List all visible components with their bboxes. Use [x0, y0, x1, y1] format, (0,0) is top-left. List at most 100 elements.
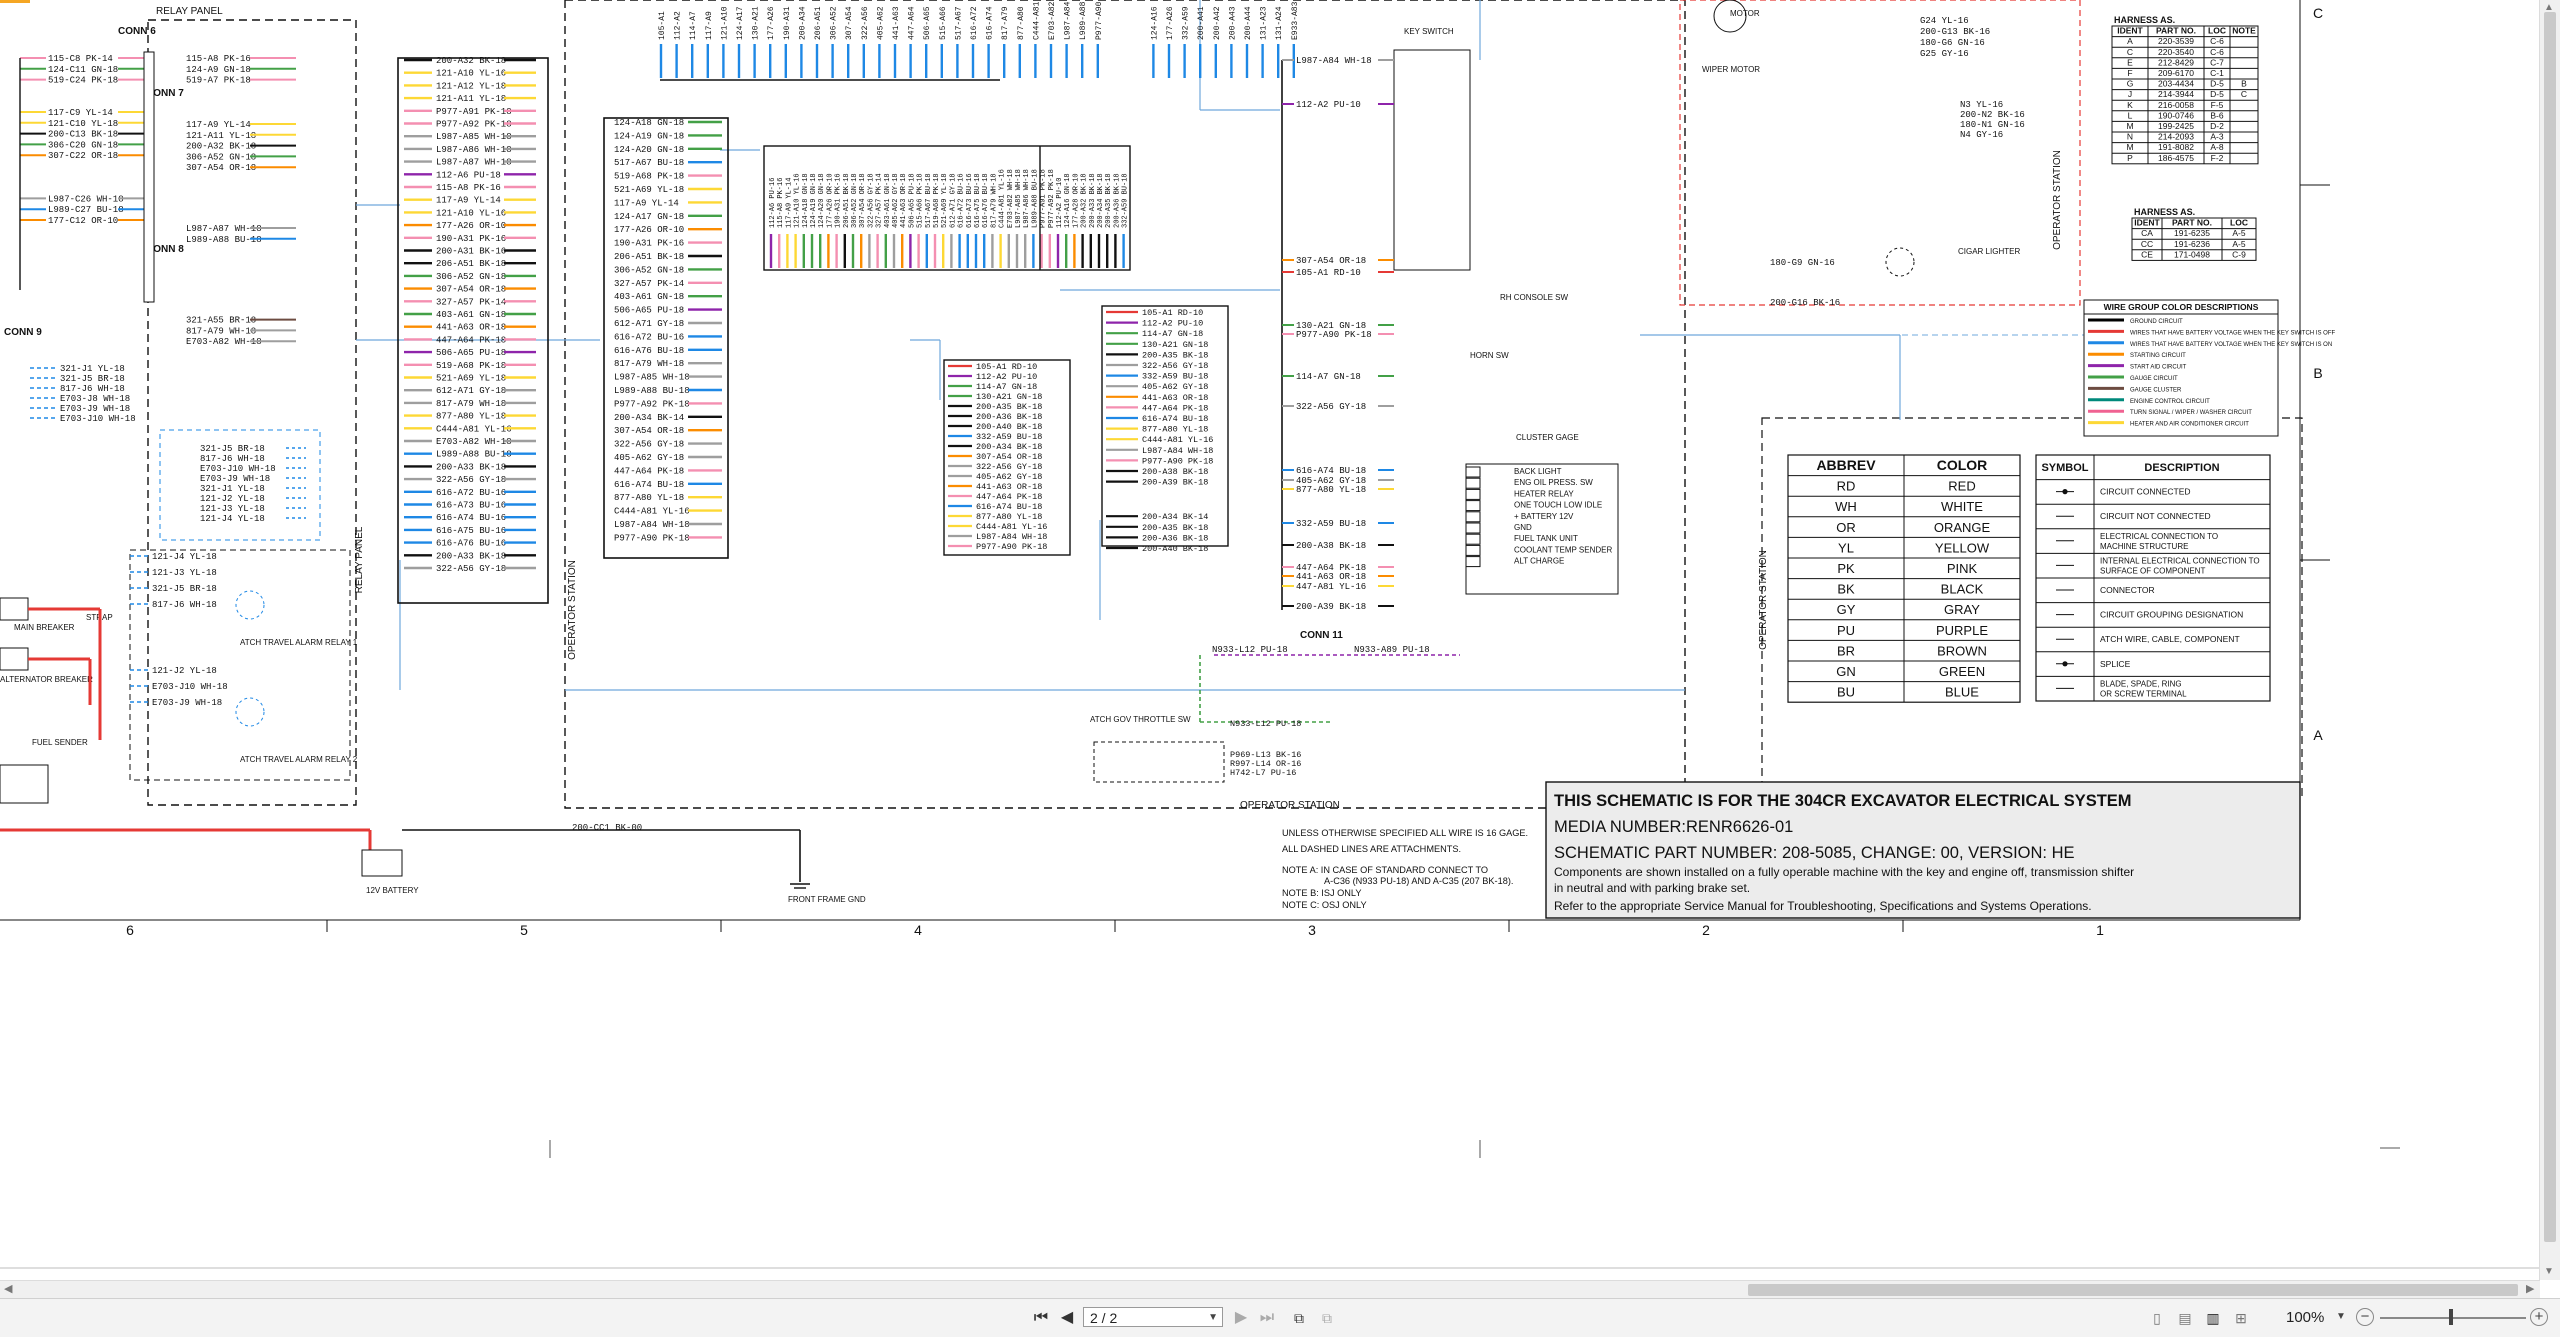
wire-label: 121-J2 YL-18	[200, 494, 265, 504]
wire-label: 817-J6 WH-18	[60, 384, 125, 394]
wire-label: 506-A65 PU-18	[436, 348, 506, 358]
wire-label: 306-A52 GN-18	[186, 152, 256, 162]
wire-label: 817-J6 WH-18	[200, 454, 265, 464]
horizontal-scroll-thumb[interactable]	[1748, 1284, 2518, 1296]
wire-label: E933-A83	[1291, 1, 1300, 40]
zoom-slider-thumb[interactable]	[2449, 1309, 2453, 1325]
harness-table-cell: 190-0746	[2158, 110, 2194, 120]
wire-label: 616-A72 BU-16	[436, 488, 506, 498]
wire-label: P977-A90 PK-18	[976, 542, 1047, 552]
harness-table-cell: C-6	[2210, 36, 2224, 46]
wire-label: 447-A64 PK-18	[976, 492, 1042, 502]
wire-label: 180-G6 GN-16	[1920, 38, 1985, 48]
cluster-pin	[1465, 556, 1481, 568]
vertical-scrollbar[interactable]: ▲ ▼	[2539, 0, 2560, 1280]
page-number-field[interactable]: 2 / 2 ▼	[1083, 1307, 1223, 1327]
wire-label: 112-A2	[674, 11, 683, 40]
paste-view-icon[interactable]: ⧉	[1316, 1307, 1338, 1329]
wire-label: E703-A82	[1048, 1, 1057, 40]
harness-table-cell: C-6	[2210, 47, 2224, 57]
cluster-pin	[1465, 533, 1481, 545]
wire-label: 200-A36 BK-18	[1113, 173, 1121, 228]
harness-table-cell: D-5	[2210, 89, 2224, 99]
wire-label: 121-C10 YL-18	[48, 119, 118, 129]
wire-label: 403-A61 GN-18	[436, 310, 506, 320]
wire-label: 180-G9 GN-16	[1770, 258, 1835, 268]
zoom-dropdown-icon[interactable]: ▼	[2336, 1311, 2346, 1322]
key-switch-label: KEY SWITCH	[1404, 27, 1454, 36]
main-breaker-label: MAIN BREAKER	[14, 623, 75, 632]
wire-label: 616-A73 BU-16	[966, 173, 974, 228]
zoom-slider-track[interactable]	[2380, 1317, 2526, 1319]
title-line-2: MEDIA NUMBER:RENR6626-01	[1554, 818, 1793, 836]
harness-table-cell: M	[2126, 142, 2133, 152]
scroll-left-icon[interactable]: ◀	[4, 1282, 12, 1295]
alternator-breaker-label: ALTERNATOR BREAKER	[0, 675, 93, 684]
horizontal-scrollbar[interactable]: ◀ ▶	[0, 1280, 2540, 1299]
scroll-right-icon[interactable]: ▶	[2526, 1282, 2534, 1295]
wire-label: 877-A80 YL-18	[976, 512, 1042, 522]
chevron-down-icon[interactable]: ▼	[1208, 1308, 1218, 1328]
wire-label: 612-A71 GY-18	[949, 173, 957, 228]
last-page-icon[interactable]: ⏭	[1256, 1307, 1278, 1329]
harness-table-cell: 214-2093	[2158, 132, 2194, 142]
wire-label: C444-A81 YL-16	[614, 507, 690, 517]
continuous-icon[interactable]: ▤	[2176, 1309, 2194, 1327]
wire-label: 112-A6 PU-18	[436, 170, 501, 180]
wire-label: 321-A55 BR-18	[186, 316, 256, 326]
zoom-in-icon[interactable]: +	[2530, 1308, 2548, 1326]
throttle-box	[1093, 741, 1225, 783]
single-page-icon[interactable]: ▯	[2148, 1309, 2166, 1327]
wire-label: 190-A31 PK-16	[614, 239, 684, 249]
harness-table-cell: G	[2127, 79, 2134, 89]
wire-label: L987-A86 WH-18	[436, 145, 512, 155]
zoom-out-icon[interactable]: −	[2356, 1308, 2374, 1326]
scroll-down-icon[interactable]: ▼	[2544, 1266, 2554, 1277]
wire-label: 124-A20 GN-18	[614, 145, 684, 155]
relay-coil-icon	[235, 590, 265, 620]
color-table-header: ABBREV	[1816, 457, 1876, 473]
zoom-level[interactable]: 100%	[2286, 1309, 2324, 1326]
next-page-icon[interactable]: ▶	[1230, 1307, 1252, 1329]
main-breaker-icon	[0, 597, 29, 621]
facing-pages-icon[interactable]: ▥	[2204, 1309, 2222, 1327]
wire-label: 114-A7	[689, 11, 698, 40]
vertical-scroll-thumb[interactable]	[2544, 12, 2556, 1242]
wire-label: 405-A62 GY-18	[1142, 382, 1208, 392]
cluster-pin	[1465, 500, 1481, 512]
wire-group-title: WIRE GROUP COLOR DESCRIPTIONS	[2104, 302, 2259, 312]
split-view-icon[interactable]: ⊞	[2232, 1309, 2250, 1327]
color-table-cell: RD	[1837, 479, 1856, 494]
wire-label: 322-A56 GY-18	[436, 475, 506, 485]
wire-label: L989-A88 BU-18	[1031, 169, 1039, 228]
wire-label: 307-A54 OR-18	[186, 163, 256, 173]
wire-label: L989-A88 BU-18	[614, 386, 690, 396]
wire-label: 121-A10 YL-16	[436, 69, 506, 79]
symbol-desc: INTERNAL ELECTRICAL CONNECTION TO	[2100, 556, 2260, 565]
wire-label: P977-A92 PK-18	[436, 120, 512, 130]
harness-table-2-cell: A-5	[2232, 239, 2246, 249]
first-page-icon[interactable]: ⏮	[1030, 1307, 1052, 1329]
copy-view-icon[interactable]: ⧉	[1288, 1307, 1310, 1329]
wire-label: 114-A7 GN-18	[1142, 329, 1203, 339]
wire-label: 877-A80 YL-18	[1142, 425, 1208, 435]
note-text: ALL DASHED LINES ARE ATTACHMENTS.	[1282, 844, 1461, 854]
document-canvas[interactable]: 6 5 4 3 2 1 C B A RELAY PANEL RELAY PANEL OPERATOR …	[0, 0, 2540, 1280]
prev-page-icon[interactable]: ◀	[1056, 1307, 1078, 1329]
wire-label: E703-A82 WH-18	[1007, 169, 1015, 228]
wire-label: 517-A67 BU-18	[925, 173, 933, 228]
grid-number: 2	[1702, 922, 1710, 938]
wire-group-label: GAUGE CLUSTER	[2130, 387, 2182, 393]
wire-label: P977-A92 PK-18	[1048, 169, 1056, 228]
wire-label: 190-A31 PK-16	[835, 173, 843, 228]
wire-label: 200-A40 BK-18	[976, 422, 1042, 432]
wire-label: L987-A86 WH-18	[1023, 169, 1031, 228]
wire-label: 327-A57 PK-14	[614, 279, 684, 289]
wire-label: 121-J3 YL-18	[200, 504, 265, 514]
grid-number: 1	[2096, 922, 2104, 938]
color-table-cell: WH	[1835, 499, 1857, 514]
wire-label: P977-A90 PK-18	[1142, 456, 1213, 466]
wire-label: P977-A91 PK-18	[1040, 169, 1048, 228]
wire-label: 190-A31	[783, 6, 792, 40]
color-table-cell: OR	[1836, 520, 1856, 535]
